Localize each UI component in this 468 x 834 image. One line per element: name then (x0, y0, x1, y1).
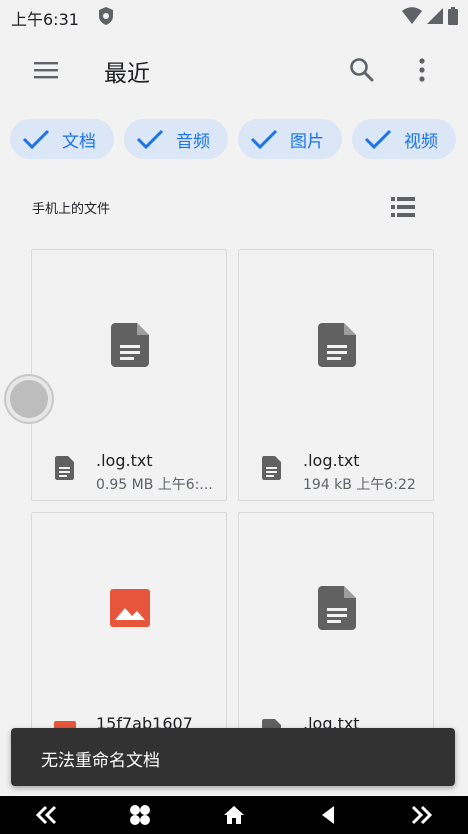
file-preview (239, 513, 433, 703)
document-icon (318, 323, 356, 367)
snackbar: 无法重命名文档 (11, 728, 455, 786)
filter-chips: 文档 音频 图片 视频 (10, 119, 456, 159)
status-time: 上午6:31 (11, 10, 79, 29)
filter-chip-label: 音频 (176, 131, 210, 152)
shield-icon (99, 7, 113, 25)
file-card[interactable]: .log.txt (238, 512, 434, 764)
wifi-icon (402, 7, 422, 24)
snackbar-message: 无法重命名文档 (41, 751, 160, 771)
filter-chip-images[interactable]: 图片 (238, 119, 342, 159)
check-icon (364, 129, 392, 150)
search-icon (350, 58, 374, 82)
document-icon (111, 323, 149, 367)
document-icon (318, 586, 356, 630)
more-options-button[interactable] (402, 50, 442, 90)
app-bar: 最近 (0, 40, 468, 100)
document-icon (55, 456, 74, 480)
section-title: 手机上的文件 (32, 202, 111, 217)
menu-button[interactable] (26, 50, 66, 90)
file-preview (239, 250, 433, 440)
file-name: .log.txt (303, 451, 360, 470)
file-card[interactable]: 15f7ab1607 (31, 512, 227, 764)
signal-icon (427, 8, 443, 24)
fast-forward-icon (412, 805, 433, 825)
status-icons (402, 6, 458, 26)
list-view-icon (391, 197, 415, 217)
file-details: 0.95 MB 上午6:... (96, 477, 213, 493)
rewind-button[interactable] (27, 796, 67, 834)
rewind-icon (35, 805, 56, 825)
check-icon (250, 129, 278, 150)
file-card[interactable]: .log.txt 194 kB 上午6:22 (238, 249, 434, 501)
file-preview (32, 250, 226, 440)
filter-chip-label: 文档 (62, 131, 96, 152)
check-icon (136, 129, 164, 150)
assistive-touch-inner (10, 380, 48, 418)
home-button[interactable] (214, 796, 254, 834)
check-icon (22, 129, 50, 150)
back-button[interactable] (308, 796, 348, 834)
assistive-touch-button[interactable] (4, 374, 54, 424)
apps-icon (130, 805, 151, 825)
file-name: .log.txt (96, 451, 153, 470)
menu-icon (34, 62, 58, 79)
home-icon (223, 806, 244, 824)
list-view-toggle-button[interactable] (386, 190, 420, 224)
image-icon (110, 589, 150, 627)
file-preview (32, 513, 226, 703)
file-details: 194 kB 上午6:22 (303, 477, 416, 493)
fast-forward-button[interactable] (401, 796, 441, 834)
document-icon (262, 456, 281, 480)
filter-chip-documents[interactable]: 文档 (10, 119, 114, 159)
apps-button[interactable] (120, 796, 160, 834)
filter-chip-videos[interactable]: 视频 (352, 119, 456, 159)
filter-chip-label: 图片 (290, 131, 324, 152)
file-card[interactable]: .log.txt 0.95 MB 上午6:... (31, 249, 227, 501)
search-button[interactable] (342, 50, 382, 90)
status-bar: 上午6:31 (0, 0, 468, 32)
more-vert-icon (419, 58, 425, 82)
filter-chip-audio[interactable]: 音频 (124, 119, 228, 159)
filter-chip-label: 视频 (404, 131, 438, 152)
navigation-bar (0, 796, 468, 834)
battery-icon (448, 7, 458, 25)
back-icon (321, 806, 334, 824)
page-title: 最近 (104, 61, 150, 87)
